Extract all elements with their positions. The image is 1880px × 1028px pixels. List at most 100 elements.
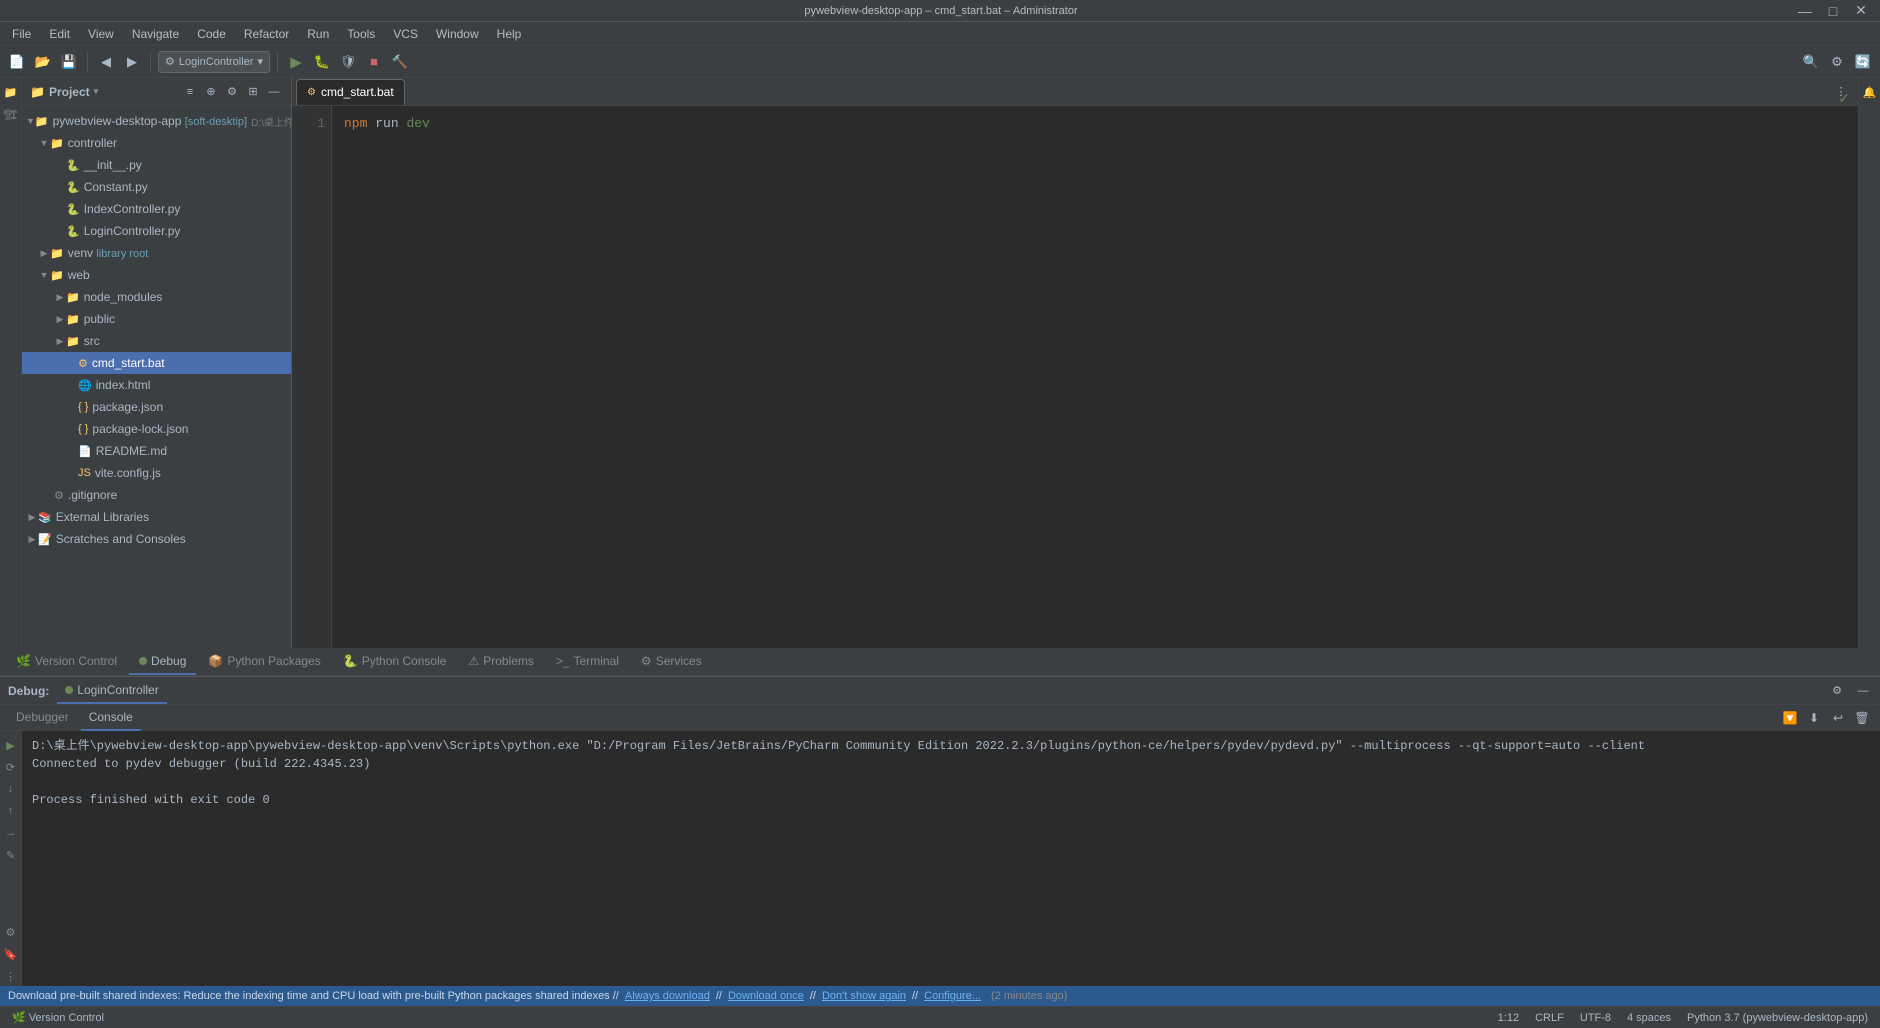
encoding-status[interactable]: UTF-8 <box>1576 1008 1615 1028</box>
tab-version-control[interactable]: 🌿 Version Control <box>6 649 127 675</box>
forward-button[interactable]: ▶ <box>121 51 143 73</box>
notifications-icon[interactable]: 🔔 <box>1860 82 1880 102</box>
tree-web-folder[interactable]: ▼ 📁 web <box>22 264 291 286</box>
more-icon[interactable]: ⋮ <box>1 966 21 986</box>
minimize-panel-btn[interactable]: — <box>265 83 283 101</box>
tree-init-file[interactable]: 🐍 __init__.py <box>22 154 291 176</box>
evaluate-icon[interactable]: ✎ <box>1 845 21 865</box>
package-json-filename: package.json <box>92 400 163 414</box>
collapse-all-btn[interactable]: ≡ <box>181 83 199 101</box>
menu-item-refactor[interactable]: Refactor <box>236 25 297 43</box>
menu-item-edit[interactable]: Edit <box>41 25 78 43</box>
scroll-end-btn[interactable]: ⬇ <box>1804 708 1824 728</box>
search-button[interactable]: 🔍 <box>1800 51 1822 73</box>
editor-tab-cmd-start[interactable]: ⚙ cmd_start.bat <box>296 79 405 105</box>
python-version-value: Python 3.7 (pywebview-desktop-app) <box>1687 1012 1868 1024</box>
run-config-dropdown[interactable]: ⚙ LoginController ▾ <box>158 51 270 73</box>
menu-item-code[interactable]: Code <box>189 25 234 43</box>
tree-readme-file[interactable]: 📄 README.md <box>22 440 291 462</box>
constant-filename: Constant.py <box>84 180 148 194</box>
structure-icon[interactable]: 🏗 <box>1 104 21 124</box>
tree-venv-folder[interactable]: ▶ 📁 venv library root <box>22 242 291 264</box>
indent-status[interactable]: 4 spaces <box>1623 1008 1675 1028</box>
tree-cmd-start-file[interactable]: ⚙ cmd_start.bat <box>22 352 291 374</box>
tree-scratches[interactable]: ▶ 📝 Scratches and Consoles <box>22 528 291 550</box>
code-editor[interactable]: npm run dev <box>332 106 1858 648</box>
coverage-button[interactable]: 🛡 <box>337 51 359 73</box>
tree-root[interactable]: ▼ 📁 pywebview-desktop-app [soft-desktip]… <box>22 110 291 132</box>
tab-debug[interactable]: Debug <box>129 649 196 675</box>
always-download-link[interactable]: Always download <box>625 990 710 1002</box>
stop-button[interactable]: ■ <box>363 51 385 73</box>
run-cursor-icon[interactable]: → <box>1 823 21 843</box>
settings-button[interactable]: ⚙ <box>1826 51 1848 73</box>
minimize-button[interactable]: — <box>1794 0 1816 22</box>
scratch-icon: 📝 <box>38 533 52 546</box>
tree-node-modules-folder[interactable]: ▶ 📁 node_modules <box>22 286 291 308</box>
build-button[interactable]: 🔨 <box>389 51 411 73</box>
bookmark-icon[interactable]: 🔖 <box>1 944 21 964</box>
step-out-icon[interactable]: ↑ <box>1 801 21 821</box>
tree-vite-config-file[interactable]: JS vite.config.js <box>22 462 291 484</box>
debug-settings-btn[interactable]: ⚙ <box>1828 682 1846 700</box>
tree-package-lock-file[interactable]: { } package-lock.json <box>22 418 291 440</box>
menu-item-tools[interactable]: Tools <box>339 25 383 43</box>
tab-services[interactable]: ⚙ Services <box>631 649 712 675</box>
debug-button[interactable]: 🐛 <box>311 51 333 73</box>
menu-item-run[interactable]: Run <box>299 25 337 43</box>
maximize-button[interactable]: □ <box>1822 0 1844 22</box>
tree-constant-file[interactable]: 🐍 Constant.py <box>22 176 291 198</box>
menu-item-window[interactable]: Window <box>428 25 487 43</box>
python-version-status[interactable]: Python 3.7 (pywebview-desktop-app) <box>1683 1008 1872 1028</box>
menu-item-navigate[interactable]: Navigate <box>124 25 187 43</box>
notif-sep3: // <box>912 990 918 1002</box>
step-into-icon[interactable]: ↓ <box>1 779 21 799</box>
close-button[interactable]: ✕ <box>1850 0 1872 22</box>
settings-panel-btn[interactable]: ⚙ <box>223 83 241 101</box>
step-over-icon[interactable]: ⟳ <box>1 757 21 777</box>
back-button[interactable]: ◀ <box>95 51 117 73</box>
version-control-status[interactable]: 🌿 Version Control <box>8 1008 108 1028</box>
resume-icon[interactable]: ▶ <box>1 735 21 755</box>
menu-item-file[interactable]: File <box>4 25 39 43</box>
tree-index-controller-file[interactable]: 🐍 IndexController.py <box>22 198 291 220</box>
tab-python-packages[interactable]: 📦 Python Packages <box>198 649 330 675</box>
debug-session-tab[interactable]: LoginController <box>57 678 166 704</box>
debug-minimize-btn[interactable]: — <box>1854 682 1872 700</box>
soft-wrap-btn[interactable]: ↩ <box>1828 708 1848 728</box>
tree-login-controller-file[interactable]: 🐍 LoginController.py <box>22 220 291 242</box>
new-file-button[interactable]: 📄 <box>6 51 28 73</box>
configure-link[interactable]: Configure... <box>924 990 981 1002</box>
open-button[interactable]: 📂 <box>32 51 54 73</box>
update-button[interactable]: 🔄 <box>1852 51 1874 73</box>
menu-item-help[interactable]: Help <box>489 25 530 43</box>
tree-src-folder[interactable]: ▶ 📁 src <box>22 330 291 352</box>
controller-name: controller <box>68 136 117 150</box>
tree-index-html-file[interactable]: 🌐 index.html <box>22 374 291 396</box>
tree-public-folder[interactable]: ▶ 📁 public <box>22 308 291 330</box>
line-col-status[interactable]: 1:12 <box>1494 1008 1523 1028</box>
run-button[interactable]: ▶ <box>285 51 307 73</box>
menu-item-vcs[interactable]: VCS <box>385 25 426 43</box>
download-once-link[interactable]: Download once <box>728 990 804 1002</box>
tree-controller-folder[interactable]: ▼ 📁 controller <box>22 132 291 154</box>
save-button[interactable]: 💾 <box>58 51 80 73</box>
crlf-status[interactable]: CRLF <box>1531 1008 1568 1028</box>
tab-python-console[interactable]: 🐍 Python Console <box>333 649 457 675</box>
project-icon[interactable]: 📁 <box>1 82 21 102</box>
tab-terminal[interactable]: >_ Terminal <box>546 649 629 675</box>
menu-item-view[interactable]: View <box>80 25 122 43</box>
locate-btn[interactable]: ⊕ <box>202 83 220 101</box>
tree-gitignore-file[interactable]: ⚙ .gitignore <box>22 484 291 506</box>
clear-btn[interactable]: 🗑 <box>1852 708 1872 728</box>
tree-external-libs[interactable]: ▶ 📚 External Libraries <box>22 506 291 528</box>
tab-problems[interactable]: ⚠ Problems <box>458 649 543 675</box>
tree-package-json-file[interactable]: { } package.json <box>22 396 291 418</box>
debugger-tab[interactable]: Debugger <box>8 705 77 731</box>
console-tab[interactable]: Console <box>81 705 141 731</box>
debug-settings-side[interactable]: ⚙ <box>1 922 21 942</box>
filter-btn[interactable]: 🔽 <box>1780 708 1800 728</box>
expand-panel-btn[interactable]: ⊞ <box>244 83 262 101</box>
separator-2 <box>150 52 151 72</box>
dont-show-link[interactable]: Don't show again <box>822 990 906 1002</box>
